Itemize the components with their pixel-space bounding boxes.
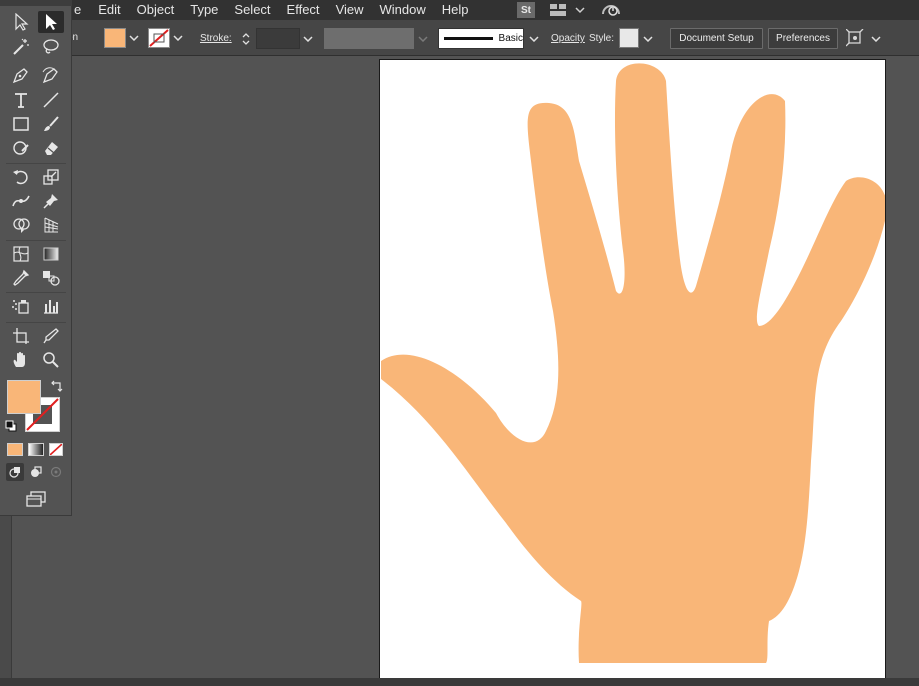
lasso-tool-icon[interactable]: [38, 36, 64, 58]
perspective-grid-tool-icon[interactable]: [38, 214, 64, 236]
swap-fill-stroke-icon[interactable]: [49, 380, 63, 394]
control-bar: on Stroke: Basic Opacity Style: Document…: [0, 20, 919, 56]
none-mode-button[interactable]: [49, 443, 63, 456]
stroke-weight-input[interactable]: [256, 28, 300, 49]
brush-name: Basic: [498, 33, 523, 44]
artboard-tool-icon[interactable]: [8, 325, 34, 347]
magic-wand-tool-icon[interactable]: [8, 36, 34, 58]
curvature-tool-icon[interactable]: [38, 64, 64, 86]
stroke-swatch[interactable]: [148, 28, 170, 48]
tools-panel: [0, 0, 72, 516]
chevron-down-icon: [416, 29, 430, 49]
toolbar-divider: [6, 240, 66, 241]
toolbar-divider: [6, 292, 66, 293]
opacity-label[interactable]: Opacity: [551, 33, 585, 44]
chevron-down-icon[interactable]: [869, 29, 883, 49]
graphic-style-swatch[interactable]: [619, 28, 639, 48]
chevron-down-icon[interactable]: [641, 29, 655, 49]
status-bar: [0, 678, 919, 686]
workspace-layout-icon[interactable]: [548, 0, 590, 20]
stroke-label[interactable]: Stroke:: [200, 33, 232, 44]
paintbrush-tool-icon[interactable]: [38, 113, 64, 135]
shape-builder-tool-icon[interactable]: [8, 214, 34, 236]
chevron-down-icon[interactable]: [527, 29, 541, 49]
puppet-warp-tool-icon[interactable]: [38, 190, 64, 212]
fill-color-box[interactable]: [7, 380, 41, 414]
pen-tool-icon[interactable]: [8, 64, 34, 86]
line-segment-tool-icon[interactable]: [38, 89, 64, 111]
chevron-down-icon[interactable]: [301, 29, 315, 49]
none-stroke-icon: [149, 29, 169, 47]
draw-inside-icon[interactable]: [47, 463, 65, 481]
variable-width-profile[interactable]: [324, 28, 414, 49]
menu-bar: e Edit Object Type Select Effect View Wi…: [0, 0, 919, 20]
panel-grip[interactable]: [0, 0, 72, 6]
menu-object[interactable]: Object: [129, 0, 183, 20]
hand-tool-icon[interactable]: [8, 349, 34, 371]
toolbar-divider: [6, 322, 66, 323]
selection-tool-icon[interactable]: [8, 11, 34, 33]
menu-help[interactable]: Help: [434, 0, 477, 20]
menu-edit[interactable]: Edit: [90, 0, 128, 20]
style-label: Style:: [589, 33, 615, 44]
brush-stroke-preview: [444, 37, 493, 40]
chevron-down-icon[interactable]: [127, 28, 141, 48]
menu-effect[interactable]: Effect: [279, 0, 328, 20]
gpu-performance-icon[interactable]: [598, 0, 624, 20]
menu-type[interactable]: Type: [182, 0, 226, 20]
hand-artwork[interactable]: [380, 60, 886, 686]
screen-mode-icon[interactable]: [24, 490, 48, 508]
type-tool-icon[interactable]: [8, 89, 34, 111]
symbol-sprayer-tool-icon[interactable]: [8, 295, 34, 317]
scale-tool-icon[interactable]: [38, 166, 64, 188]
chevron-down-icon[interactable]: [171, 28, 185, 48]
rotate-tool-icon[interactable]: [8, 166, 34, 188]
draw-normal-icon[interactable]: [6, 463, 24, 481]
panel-collapse-strip: [0, 540, 12, 678]
draw-behind-icon[interactable]: [27, 463, 45, 481]
eraser-tool-icon[interactable]: [38, 137, 64, 159]
stock-icon[interactable]: St: [516, 0, 536, 20]
color-mode-button[interactable]: [7, 443, 23, 456]
eyedropper-tool-icon[interactable]: [8, 267, 34, 289]
menu-view[interactable]: View: [328, 0, 372, 20]
slice-tool-icon[interactable]: [38, 325, 64, 347]
column-graph-tool-icon[interactable]: [38, 295, 64, 317]
hand-shape[interactable]: [381, 63, 886, 663]
menu-select[interactable]: Select: [226, 0, 278, 20]
brush-definition[interactable]: Basic: [438, 28, 524, 49]
preferences-button[interactable]: Preferences: [768, 28, 838, 49]
arrange-documents-icon[interactable]: [845, 28, 866, 47]
gradient-mode-button[interactable]: [28, 443, 44, 456]
mesh-tool-icon[interactable]: [8, 243, 34, 265]
toolbar-divider: [6, 163, 66, 164]
artboard[interactable]: [379, 59, 886, 686]
width-tool-icon[interactable]: [8, 190, 34, 212]
default-fill-stroke-icon[interactable]: [5, 420, 17, 432]
gradient-tool-icon[interactable]: [38, 243, 64, 265]
blend-tool-icon[interactable]: [38, 267, 64, 289]
document-setup-button[interactable]: Document Setup: [670, 28, 763, 49]
zoom-tool-icon[interactable]: [38, 349, 64, 371]
menu-window[interactable]: Window: [372, 0, 434, 20]
shaper-tool-icon[interactable]: [8, 137, 34, 159]
fill-swatch[interactable]: [104, 28, 126, 48]
direct-selection-tool-icon[interactable]: [38, 11, 64, 33]
rectangle-tool-icon[interactable]: [8, 113, 34, 135]
stroke-weight-stepper[interactable]: [238, 28, 254, 49]
